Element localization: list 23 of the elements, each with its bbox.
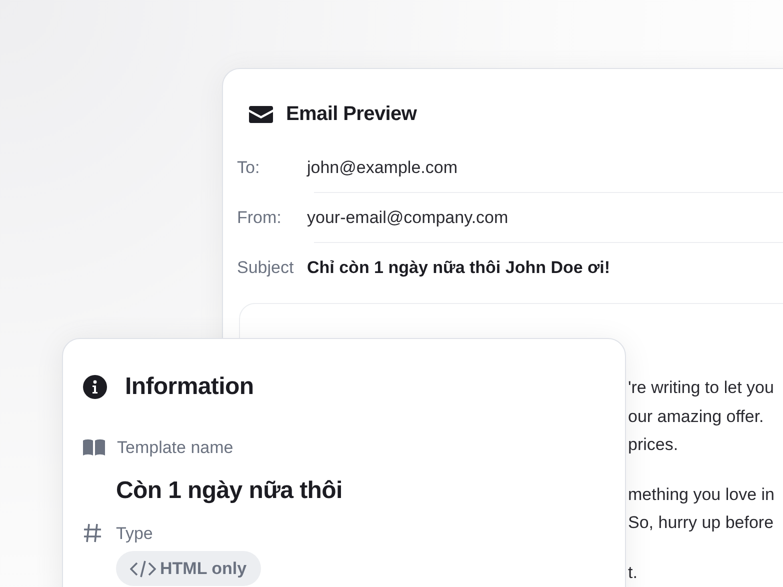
field-value: john@example.com [307,157,458,180]
body-text: t. [628,562,638,584]
hash-icon [83,523,102,544]
field-value: Chỉ còn 1 ngày nữa thôi John Doe ơi! [307,257,610,280]
type-badge: HTML only [116,551,261,586]
body-text: mething you love in [628,484,774,506]
field-label: Subject [236,257,295,280]
book-icon [83,439,105,456]
body-text: 're writing to let you [628,377,774,399]
body-text: prices. [628,434,678,456]
body-text: So, hurry up before [628,512,774,534]
template-name: Còn 1 ngày nữa thôi [116,476,342,506]
field-label: To: [236,157,261,180]
body-text: our amazing offer. [628,406,764,428]
field-label: Type [116,522,153,544]
card-title: Information [125,372,254,402]
field-label: From: [236,207,282,230]
code-icon [130,560,156,578]
card-title: Email Preview [286,102,417,127]
field-label: Template name [117,437,234,459]
info-icon [83,375,107,399]
envelope-icon [249,106,273,122]
field-value: your-email@company.com [307,207,508,230]
